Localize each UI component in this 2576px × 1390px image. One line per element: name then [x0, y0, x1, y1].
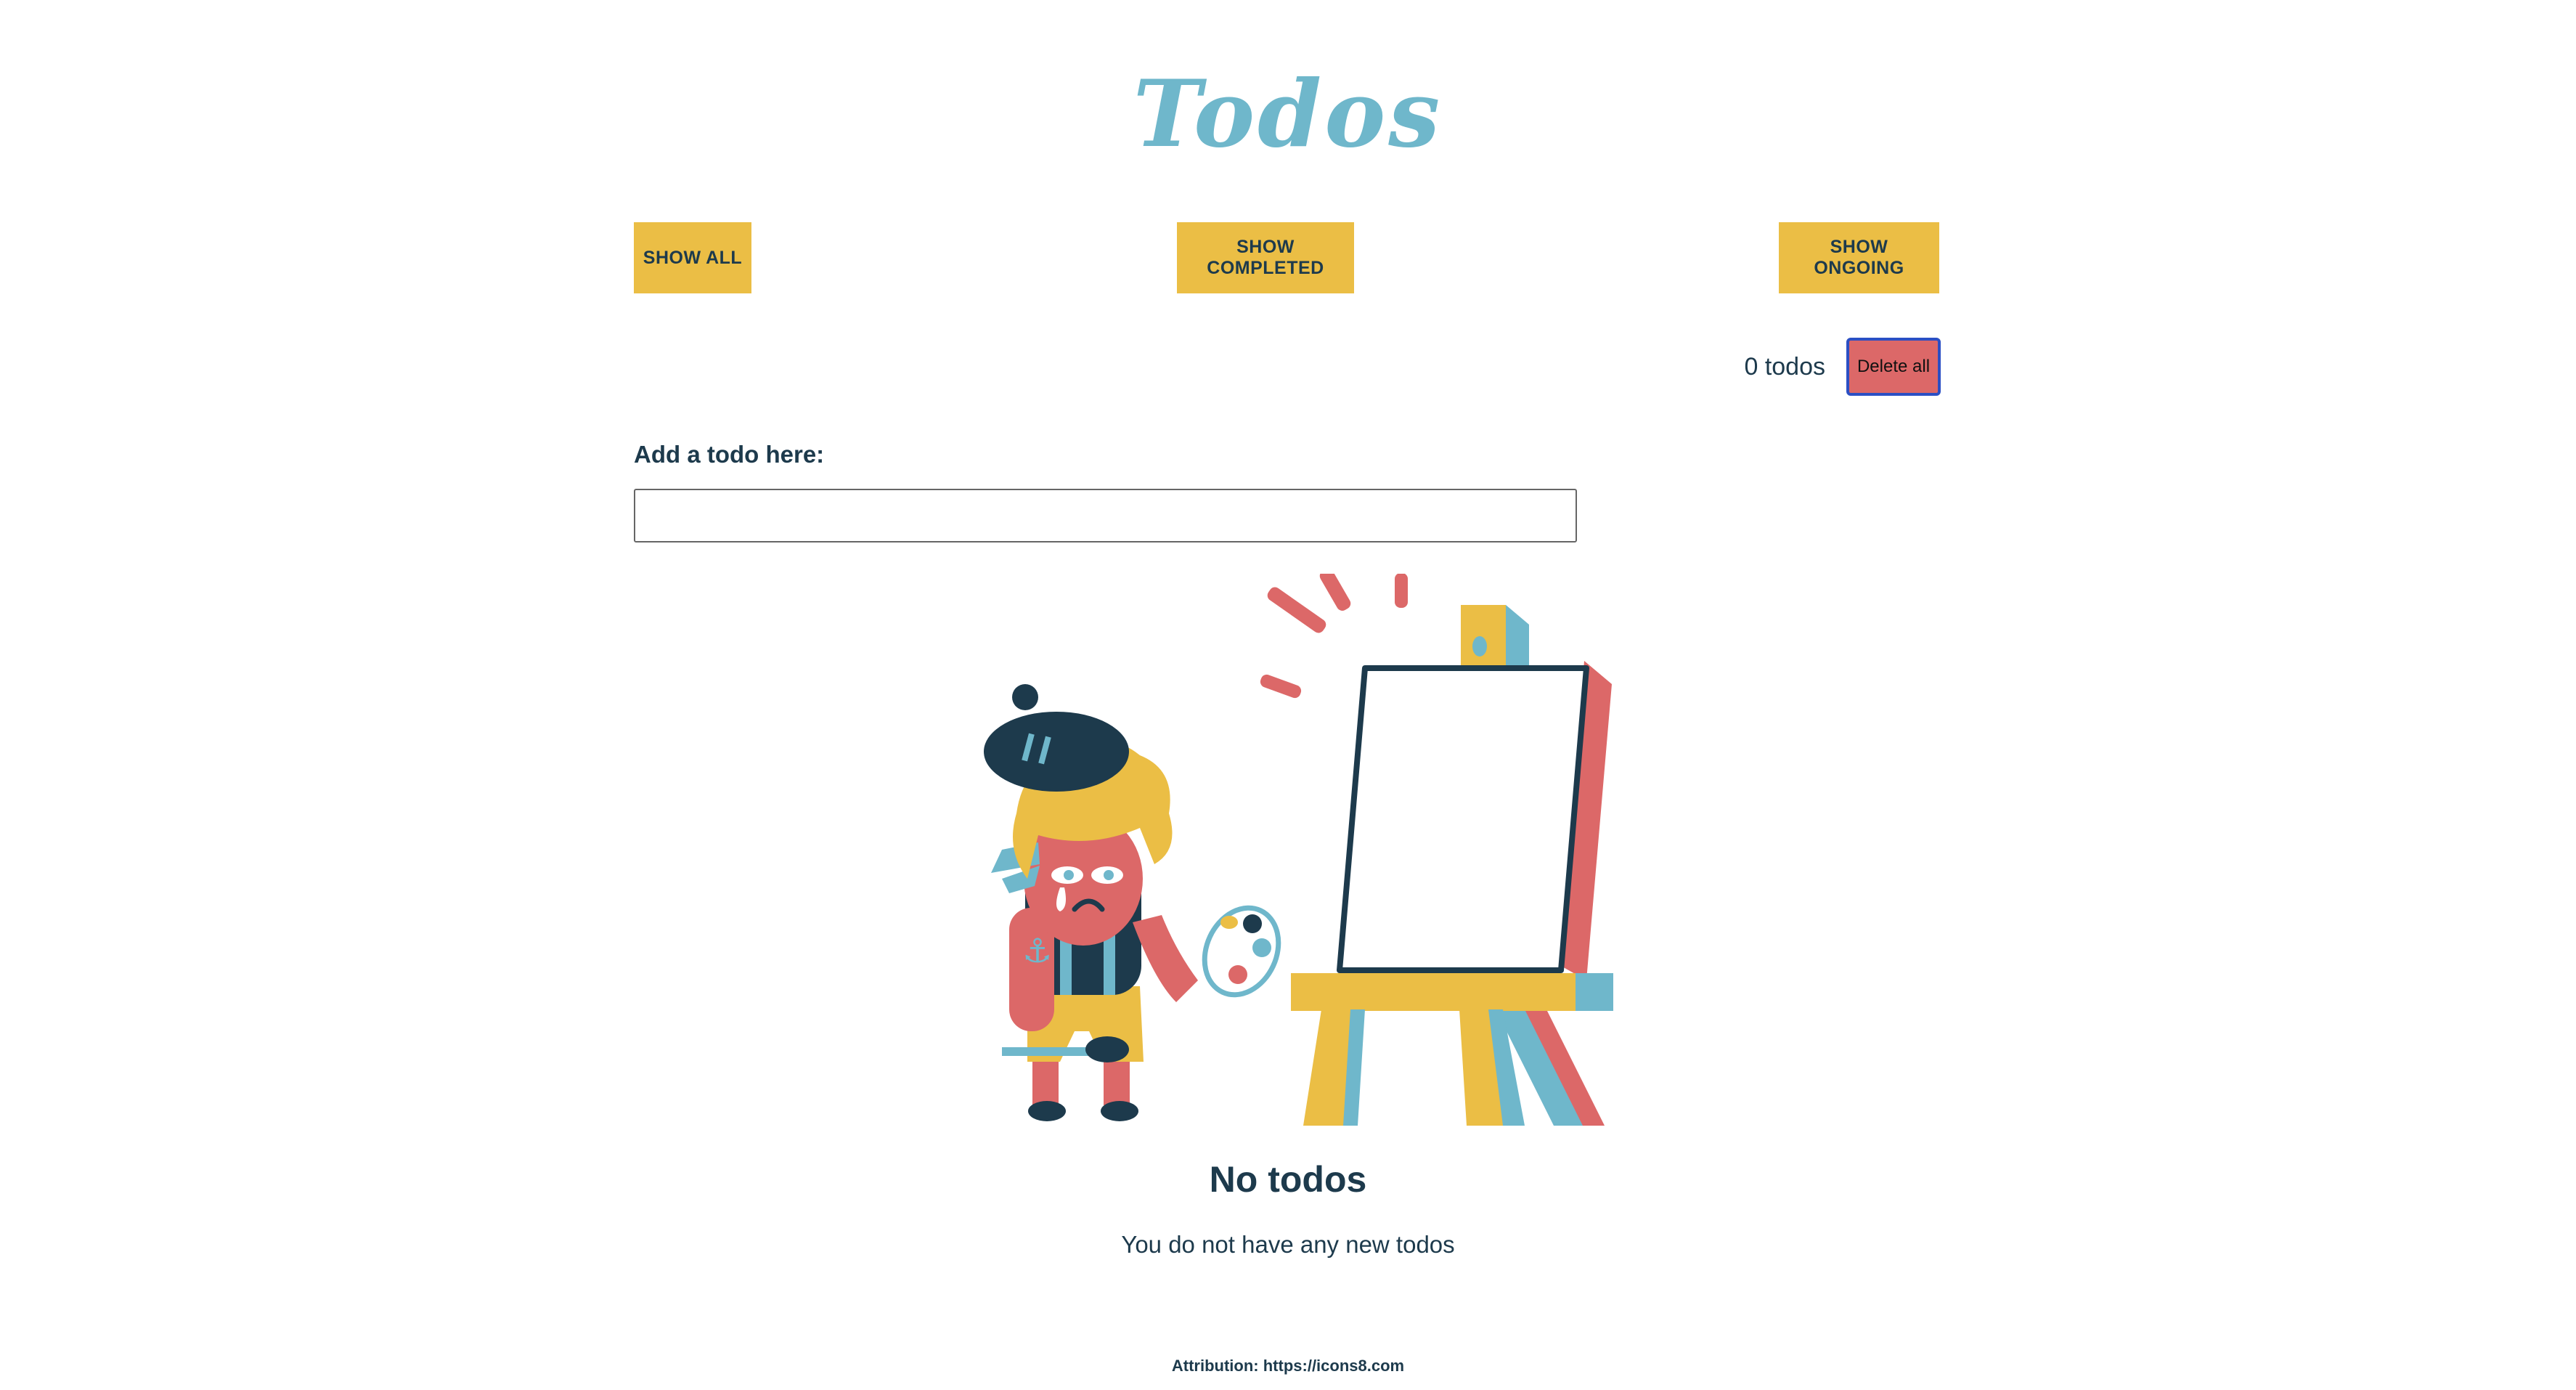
painter-character: ⚓: [984, 684, 1281, 1121]
show-ongoing-button[interactable]: SHOW ONGOING: [1779, 222, 1939, 293]
empty-state-message: You do not have any new todos: [1121, 1231, 1455, 1258]
todo-count: 0 todos: [1744, 353, 1825, 381]
empty-state-title: No todos: [1209, 1159, 1367, 1200]
show-all-button[interactable]: SHOW ALL: [634, 222, 751, 293]
add-todo-label: Add a todo here:: [634, 441, 825, 468]
delete-all-button[interactable]: Delete all: [1846, 338, 1941, 396]
easel: [1291, 605, 1613, 1126]
add-todo-input[interactable]: [634, 489, 1577, 542]
app-title: Todos: [1133, 60, 1443, 168]
svg-text:⚓: ⚓: [1022, 931, 1052, 970]
attribution-text: Attribution: https://icons8.com: [1171, 1357, 1405, 1375]
show-completed-button[interactable]: SHOW COMPLETED: [1177, 222, 1354, 293]
empty-state-illustration: ⚓: [984, 574, 1613, 1126]
